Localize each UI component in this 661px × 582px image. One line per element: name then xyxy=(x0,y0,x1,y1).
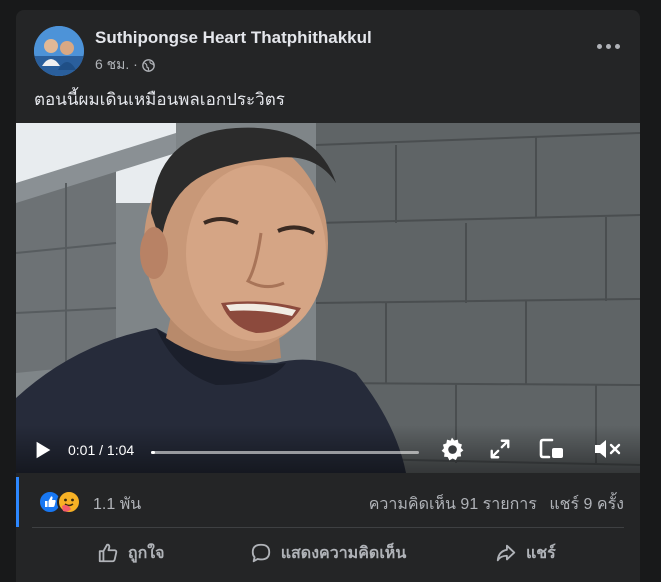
post-time[interactable]: 6 ชม. · xyxy=(95,54,138,76)
avatar-image xyxy=(34,26,84,76)
post-header: Suthipongse Heart Thatphithakkul 6 ชม. · xyxy=(16,10,640,90)
mute-icon[interactable] xyxy=(593,437,623,461)
more-options-button[interactable] xyxy=(590,34,626,58)
dot-icon xyxy=(596,43,602,49)
care-reaction-icon xyxy=(57,490,81,514)
share-arrow-icon xyxy=(496,544,516,562)
shares-count[interactable]: แชร์ 9 ครั้ง xyxy=(549,496,624,513)
play-icon[interactable] xyxy=(32,439,54,461)
video-time: 0:01 / 1:04 xyxy=(68,442,135,458)
comment-bubble-icon xyxy=(251,543,270,563)
author-avatar[interactable] xyxy=(34,26,84,76)
reaction-count[interactable]: 1.1 พัน xyxy=(93,492,141,517)
post-actions: ถูกใจ แสดงความคิดเห็น แชร์ xyxy=(32,533,624,573)
reaction-icons[interactable] xyxy=(38,489,84,515)
thumbs-up-icon xyxy=(98,543,118,563)
focus-accent xyxy=(16,477,19,527)
fullscreen-icon[interactable] xyxy=(489,438,511,460)
divider xyxy=(32,527,624,528)
comment-button[interactable]: แสดงความคิดเห็น xyxy=(229,533,426,573)
dot-icon xyxy=(605,43,611,49)
comment-label: แสดงความคิดเห็น xyxy=(280,544,407,562)
dot-icon xyxy=(614,43,620,49)
settings-gear-icon[interactable] xyxy=(439,436,465,462)
video-progress-bar[interactable] xyxy=(151,451,419,454)
post-text: ตอนนี้ผมเดินเหมือนพลเอกประวิตร xyxy=(34,90,285,109)
reactions-bar: 1.1 พัน ความคิดเห็น 91 รายการ แชร์ 9 ครั… xyxy=(16,477,640,527)
post-meta: 6 ชม. · xyxy=(95,54,155,76)
engagement-summary: ความคิดเห็น 91 รายการ แชร์ 9 ครั้ง xyxy=(361,492,624,517)
like-button[interactable]: ถูกใจ xyxy=(32,533,229,573)
share-label: แชร์ xyxy=(525,544,556,562)
comments-count[interactable]: ความคิดเห็น 91 รายการ xyxy=(369,496,537,513)
like-label: ถูกใจ xyxy=(127,544,165,562)
globe-icon xyxy=(142,58,155,72)
author-name[interactable]: Suthipongse Heart Thatphithakkul xyxy=(95,28,372,48)
picture-in-picture-icon[interactable] xyxy=(539,437,565,461)
video-controls: 0:01 / 1:04 xyxy=(16,425,640,473)
video-progress-fill xyxy=(151,451,156,454)
share-button[interactable]: แชร์ xyxy=(427,533,624,573)
video-player[interactable]: 0:01 / 1:04 xyxy=(16,123,640,473)
post-card: Suthipongse Heart Thatphithakkul 6 ชม. ·… xyxy=(16,10,640,582)
video-frame xyxy=(16,123,640,473)
